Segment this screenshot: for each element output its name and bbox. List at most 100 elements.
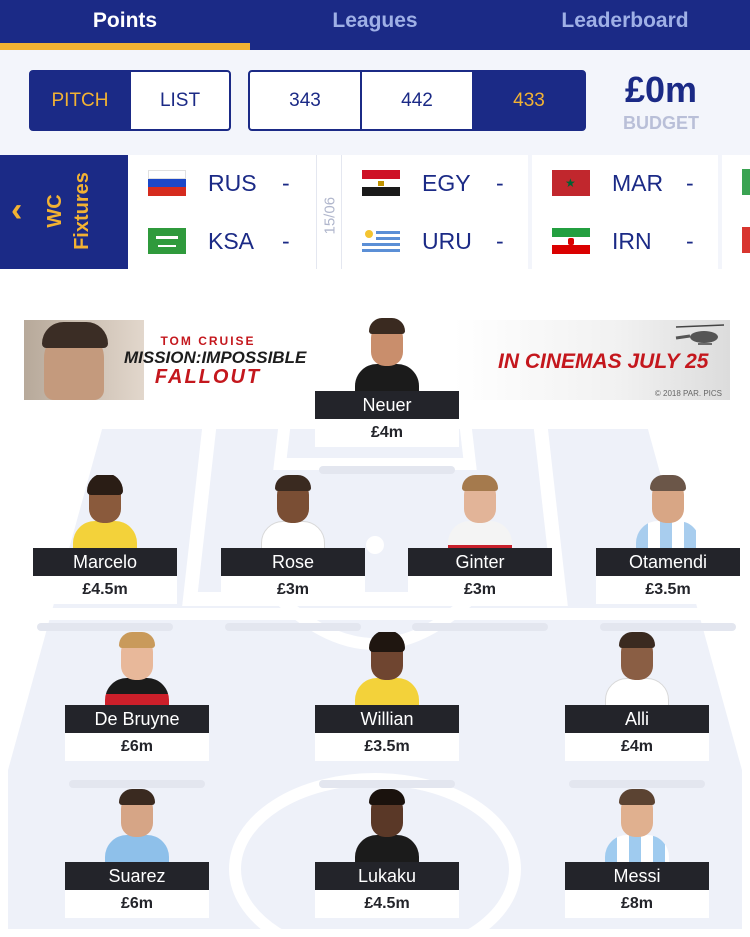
ad-tagline: IN CINEMAS JULY 25 (498, 350, 709, 373)
team-score: - (282, 227, 290, 254)
player-price: £3m (408, 576, 552, 604)
player-name: Marcelo (33, 548, 177, 576)
player-name: Ginter (408, 548, 552, 576)
active-tab-indicator (0, 43, 250, 50)
player-price: £3.5m (596, 576, 740, 604)
team-score: - (686, 227, 694, 254)
player-price: £4.5m (33, 576, 177, 604)
fixture-home: ★ MAR - (552, 163, 694, 203)
player-avatar (603, 632, 671, 705)
fixture-home: EGY - (362, 163, 504, 203)
formation-343-button[interactable]: 343 (250, 72, 360, 129)
player-shadow (37, 623, 173, 631)
player-card[interactable]: Otamendi £3.5m (596, 475, 740, 631)
player-avatar (634, 475, 702, 548)
player-name: Alli (565, 705, 709, 733)
player-name: De Bruyne (65, 705, 209, 733)
player-name: Messi (565, 862, 709, 890)
chevron-left-icon: ‹ (11, 191, 23, 229)
flag-icon (742, 227, 750, 253)
player-card[interactable]: Ginter £3m (408, 475, 552, 631)
player-avatar (353, 318, 421, 391)
player-price: £4m (565, 733, 709, 761)
ad-line-3: FALLOUT (154, 366, 262, 388)
player-avatar (446, 475, 514, 548)
player-card[interactable]: Willian £3.5m (315, 632, 459, 788)
player-card[interactable]: Rose £3m (221, 475, 365, 631)
player-price: £6m (65, 890, 209, 918)
formation-442-button[interactable]: 442 (362, 72, 472, 129)
team-score: - (496, 169, 504, 196)
player-card[interactable]: De Bruyne £6m (65, 632, 209, 788)
player-price: £6m (65, 733, 209, 761)
budget-value: £0m (624, 69, 698, 110)
team-score: - (282, 169, 290, 196)
player-avatar (71, 475, 139, 548)
player-price: £3m (221, 576, 365, 604)
tab-leaderboard[interactable]: Leaderboard (500, 0, 750, 50)
team-code: EGY (422, 169, 471, 196)
ad-copyright: © 2018 PAR. PICS (654, 389, 722, 398)
player-name: Suarez (65, 862, 209, 890)
fixture-away: KSA - (148, 221, 290, 261)
player-name: Neuer (315, 391, 459, 419)
saudi-flag-icon (148, 228, 186, 254)
helicopter-icon (675, 324, 725, 345)
fixture-card-partial[interactable] (722, 155, 750, 269)
player-card[interactable]: Lukaku £4.5m (315, 789, 459, 918)
team-score: - (686, 169, 694, 196)
player-shadow (600, 623, 736, 631)
wc-fixtures-button[interactable]: ‹ WC Fixtures (0, 155, 128, 269)
egypt-flag-icon (362, 170, 400, 196)
player-price: £8m (565, 890, 709, 918)
russia-flag-icon (148, 170, 186, 196)
team-code: KSA (208, 227, 255, 254)
uruguay-flag-icon (362, 228, 400, 254)
fixture-away: URU - (362, 221, 504, 261)
ad-right-panel: IN CINEMAS JULY 25 © 2018 PAR. PICS (454, 320, 730, 400)
view-toggle: PITCH LIST (29, 70, 231, 131)
list-view-button[interactable]: LIST (131, 72, 229, 129)
formation-selector: 343 442 433 (248, 70, 586, 131)
ad-line-2: MISSION:IMPOSSIBLE (124, 348, 307, 367)
team-code: IRN (612, 227, 652, 254)
player-price: £4m (315, 419, 459, 447)
fixtures-label-text: Fixtures (71, 172, 93, 250)
player-name: Lukaku (315, 862, 459, 890)
player-shadow (319, 780, 455, 788)
team-code: RUS (208, 169, 257, 196)
player-card[interactable]: Marcelo £4.5m (33, 475, 177, 631)
flag-icon (742, 169, 750, 195)
player-name: Willian (315, 705, 459, 733)
formation-433-button[interactable]: 433 (474, 72, 584, 129)
player-shadow (319, 466, 455, 474)
player-name: Rose (221, 548, 365, 576)
player-card[interactable]: Suarez £6m (65, 789, 209, 918)
player-avatar (259, 475, 327, 548)
player-shadow (412, 623, 548, 631)
player-name: Otamendi (596, 548, 740, 576)
fixture-date-text: 15/06 (321, 196, 339, 235)
player-avatar (353, 632, 421, 705)
pitch-view-button[interactable]: PITCH (31, 72, 129, 129)
player-avatar (353, 789, 421, 862)
fixture-home: RUS - (148, 163, 290, 203)
ad-line-1: TOM CRUISE (160, 334, 256, 348)
fixture-away: IRN - (552, 221, 694, 261)
player-avatar (103, 789, 171, 862)
iran-flag-icon (552, 228, 590, 254)
player-avatar (103, 632, 171, 705)
player-card[interactable]: Alli £4m (565, 632, 709, 788)
fixture-card[interactable]: EGY - URU - (342, 155, 528, 269)
fixture-card[interactable]: RUS - KSA - (128, 155, 316, 269)
player-shadow (225, 623, 361, 631)
player-price: £4.5m (315, 890, 459, 918)
fixture-card[interactable]: ★ MAR - IRN - (532, 155, 718, 269)
tab-leagues[interactable]: Leagues (250, 0, 500, 50)
team-score: - (496, 227, 504, 254)
top-nav: Points Leagues Leaderboard (0, 0, 750, 50)
player-card[interactable]: Messi £8m (565, 789, 709, 918)
fixture-date: 15/06 (316, 155, 342, 269)
player-card[interactable]: Neuer £4m (315, 318, 459, 474)
player-price: £3.5m (315, 733, 459, 761)
